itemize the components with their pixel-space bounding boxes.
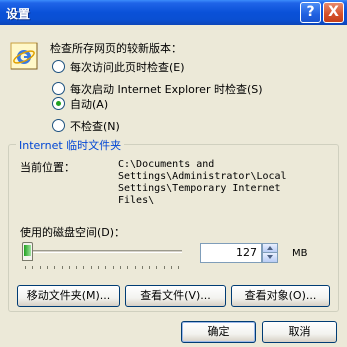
slider-tick — [83, 266, 85, 269]
slider-tick — [76, 266, 78, 269]
slider-tick — [98, 266, 99, 269]
slider-tick — [127, 266, 129, 269]
spin-down-icon[interactable] — [263, 253, 277, 262]
title-bar[interactable]: 设置 ? X — [0, 0, 347, 25]
slider-tick — [134, 266, 136, 269]
move-folder-button[interactable]: 移动文件夹(M)... — [17, 285, 120, 307]
slider-tick — [90, 266, 92, 269]
radio-every-visit[interactable] — [52, 60, 65, 73]
slider-tick — [119, 266, 121, 269]
location-label: 当前位置： — [20, 161, 75, 174]
disk-unit: MB — [292, 248, 308, 259]
disk-slider-thumb[interactable] — [22, 242, 33, 261]
view-objects-button[interactable]: 查看对象(O)... — [231, 285, 330, 307]
close-button[interactable]: X — [323, 2, 344, 23]
disk-slider-track[interactable] — [22, 250, 182, 253]
window-title: 设置 — [6, 7, 31, 21]
radio-every-start[interactable] — [52, 82, 65, 95]
slider-tick — [68, 266, 70, 269]
group-title: Internet 临时文件夹 — [16, 137, 125, 153]
check-heading: 检查所存网页的较新版本： — [50, 42, 182, 55]
slider-tick — [112, 266, 114, 269]
internet-explorer-icon — [10, 42, 38, 70]
slider-tick — [149, 266, 151, 269]
close-icon: X — [328, 4, 339, 20]
ok-button[interactable]: 确定 — [181, 321, 256, 343]
location-path: C:\Documents and Settings\Administrator\… — [118, 159, 287, 206]
view-files-button[interactable]: 查看文件(V)... — [125, 285, 226, 307]
slider-tick — [54, 266, 56, 269]
slider-tick — [156, 266, 158, 269]
radio-label-automatic[interactable]: 自动(A) — [70, 96, 108, 112]
disk-space-spinner[interactable] — [262, 243, 278, 263]
disk-space-label: 使用的磁盘空间(D)： — [20, 226, 126, 239]
slider-tick — [39, 266, 41, 269]
slider-tick — [105, 266, 107, 269]
slider-tick — [178, 266, 180, 269]
slider-tick — [46, 266, 48, 269]
slider-ticks — [25, 266, 181, 269]
slider-tick — [171, 266, 172, 269]
disk-space-input[interactable]: 127 — [200, 243, 262, 263]
radio-never[interactable] — [52, 119, 65, 132]
help-icon: ? — [306, 4, 315, 20]
slider-tick — [61, 266, 63, 269]
slider-tick — [163, 266, 165, 269]
slider-tick — [141, 266, 143, 269]
help-button[interactable]: ? — [300, 2, 321, 23]
radio-label-never[interactable]: 不检查(N) — [70, 118, 120, 134]
spin-up-icon[interactable] — [263, 244, 277, 253]
slider-tick — [32, 266, 34, 269]
slider-tick — [25, 266, 26, 269]
radio-label-every-visit[interactable]: 每次访问此页时检查(E) — [70, 59, 185, 75]
cancel-button[interactable]: 取消 — [262, 321, 337, 343]
radio-automatic[interactable] — [52, 97, 65, 110]
radio-label-every-start[interactable]: 每次启动 Internet Explorer 时检查(S) — [70, 81, 263, 97]
